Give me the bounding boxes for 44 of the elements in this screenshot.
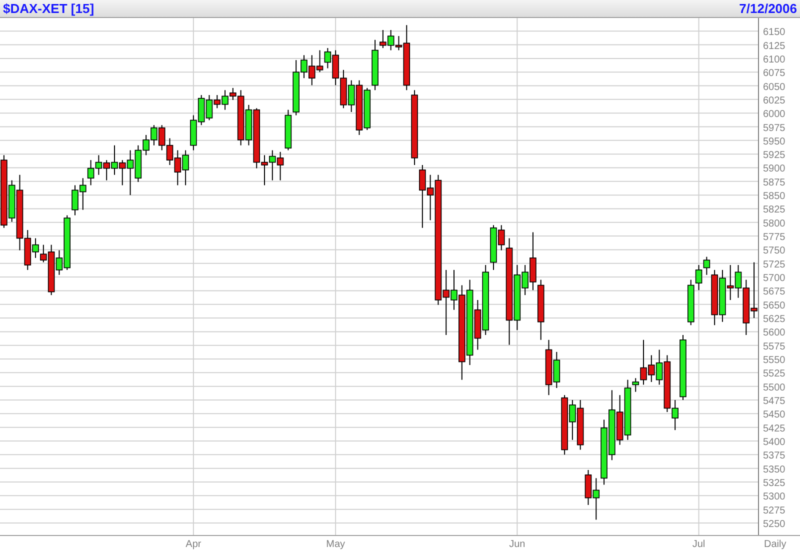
- price-axis-label: 5250: [763, 518, 786, 530]
- price-axis-label: 5600: [763, 328, 786, 339]
- price-axis-label: 5525: [763, 368, 786, 380]
- price-axis-label: 6000: [763, 109, 786, 120]
- price-axis-label: 5550: [763, 355, 786, 366]
- month-axis-label: Jun: [509, 539, 526, 550]
- price-axis-label: 5450: [763, 410, 786, 421]
- price-axis-label: 5675: [763, 286, 786, 298]
- price-axis-label: 5850: [763, 191, 786, 202]
- price-axis-label: 5775: [763, 232, 786, 244]
- month-axis-label: May: [326, 539, 346, 550]
- price-axis-label: 5575: [763, 341, 786, 352]
- price-axis-label: 5900: [763, 164, 786, 175]
- month-axis-label: Jul: [692, 539, 706, 550]
- price-axis-label: 5375: [763, 450, 786, 462]
- price-axis-label: 6050: [763, 82, 786, 93]
- chart-date: 7/12/2006: [739, 2, 797, 15]
- price-axis-label: 5425: [763, 423, 786, 434]
- price-axis-label: 5650: [763, 300, 786, 312]
- price-axis-label: 6025: [763, 95, 786, 106]
- period-label: Daily: [764, 539, 786, 550]
- price-axis-label: 5700: [763, 273, 786, 284]
- price-axis-label: 6100: [763, 54, 786, 66]
- price-axis-label: 5500: [763, 382, 786, 394]
- price-axis-label: 5325: [763, 478, 786, 489]
- price-axis-label: 5825: [763, 204, 786, 216]
- price-axis-label: 5800: [763, 218, 786, 230]
- price-axis-label: 5625: [763, 314, 786, 326]
- price-axis-label: 5750: [763, 246, 786, 257]
- price-axis-label: 5925: [763, 150, 786, 162]
- price-axis-label: 5950: [763, 136, 786, 148]
- price-axis-label: 5975: [763, 122, 786, 134]
- price-axis-label: 6075: [763, 68, 786, 80]
- month-axis-label: Apr: [186, 539, 202, 550]
- price-axis-label: 6150: [763, 27, 786, 38]
- chart-title: $DAX-XET [15]: [3, 2, 94, 15]
- price-axis-label: 5725: [763, 259, 786, 270]
- price-axis-label: 5300: [763, 492, 786, 503]
- price-axis-label: 5275: [763, 505, 786, 516]
- price-axis-label: 6125: [763, 40, 786, 52]
- price-axis-label: 5875: [763, 177, 786, 188]
- price-axis-label: 5475: [763, 396, 786, 407]
- price-axis-label: 5350: [763, 464, 786, 476]
- price-axis-label: 5400: [763, 437, 786, 448]
